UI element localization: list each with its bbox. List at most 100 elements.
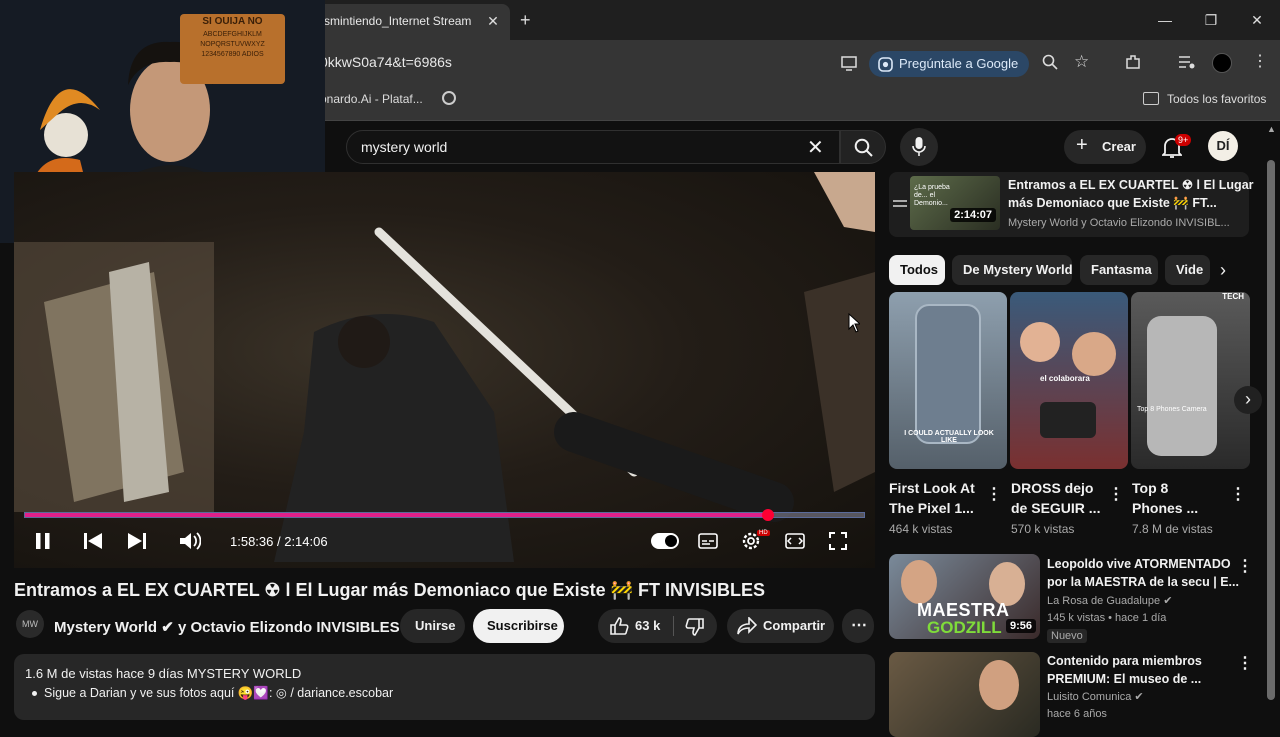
search-input[interactable]: mystery world bbox=[361, 139, 447, 155]
rec-thumbnail-2[interactable] bbox=[889, 652, 1040, 737]
chip-de-mystery-world[interactable]: De Mystery World bbox=[952, 255, 1073, 285]
face-illustration bbox=[1020, 322, 1060, 362]
miniplayer-thumbnail[interactable]: ¿La prueba de... el Demonio... 2:14:07 bbox=[910, 176, 1000, 230]
drag-handle-icon[interactable] bbox=[893, 200, 907, 202]
rec-thumbnail-1[interactable]: MAESTRA GODZILL 9:56 bbox=[889, 554, 1040, 639]
description-box[interactable]: 1.6 M de vistas hace 9 días MYSTERY WORL… bbox=[14, 654, 875, 720]
short-title-2b[interactable]: de SEGUIR ... bbox=[1011, 498, 1100, 518]
profile-icon[interactable] bbox=[1212, 53, 1232, 73]
new-badge: Nuevo bbox=[1047, 629, 1087, 643]
search-button[interactable] bbox=[840, 130, 886, 164]
pause-icon[interactable] bbox=[36, 533, 50, 549]
rec-meta-2: hace 6 años bbox=[1047, 708, 1107, 720]
tab-close-icon[interactable]: ✕ bbox=[484, 12, 502, 30]
extensions-icon[interactable] bbox=[1124, 53, 1142, 71]
previous-icon[interactable] bbox=[84, 533, 102, 549]
chip-videos[interactable]: Vide bbox=[1165, 255, 1210, 285]
rec-title-2b[interactable]: PREMIUM: El museo de ... bbox=[1047, 671, 1201, 688]
create-button[interactable]: + Crear bbox=[1064, 130, 1146, 164]
media-control-icon[interactable] bbox=[1178, 54, 1196, 70]
bookmark-star-icon[interactable]: ☆ bbox=[1074, 52, 1089, 72]
url-text[interactable]: 0kkwS0a74&t=6986s bbox=[320, 54, 452, 70]
short-title-1b[interactable]: The Pixel 1... bbox=[889, 498, 974, 518]
short-views-2: 570 k vistas bbox=[1011, 522, 1075, 536]
rec-channel-2[interactable]: Luisito Comunica ✔ bbox=[1047, 690, 1144, 703]
short-menu-icon[interactable]: ⋮ bbox=[1230, 484, 1246, 504]
scrollbar-thumb[interactable] bbox=[1267, 160, 1275, 700]
browser-tab[interactable]: smintiendo_Internet Stream ✕ bbox=[310, 4, 510, 40]
bullet bbox=[32, 691, 37, 696]
dislike-icon[interactable] bbox=[684, 618, 704, 636]
account-avatar[interactable]: DÍ bbox=[1208, 131, 1238, 161]
shorts-next-chevron-icon[interactable]: › bbox=[1234, 386, 1262, 414]
lens-icon bbox=[878, 57, 893, 72]
zoom-icon[interactable] bbox=[1042, 54, 1058, 70]
join-button[interactable]: Unirse bbox=[400, 609, 465, 643]
short-title-3b[interactable]: Phones ... bbox=[1132, 498, 1198, 518]
rec-menu-icon[interactable]: ⋮ bbox=[1237, 653, 1253, 673]
subscribe-button[interactable]: Suscribirse bbox=[473, 609, 564, 643]
rec-title-2a[interactable]: Contenido para miembros bbox=[1047, 653, 1202, 670]
like-icon[interactable] bbox=[610, 617, 630, 635]
scrubber-handle[interactable] bbox=[761, 509, 774, 521]
short-title-3a[interactable]: Top 8 bbox=[1132, 478, 1168, 498]
short-overlay-text: I COULD ACTUALLY LOOK LIKE bbox=[904, 430, 994, 444]
minimize-icon[interactable]: — bbox=[1150, 8, 1180, 32]
microphone-icon bbox=[912, 137, 926, 156]
rec-title-1b[interactable]: por la MAESTRA de la secu | E... bbox=[1047, 574, 1239, 591]
rec-duration: 9:56 bbox=[1005, 619, 1036, 633]
rec-title-1a[interactable]: Leopoldo vive ATORMENTADO bbox=[1047, 556, 1231, 573]
all-bookmarks[interactable]: Todos los favoritos bbox=[1167, 92, 1266, 106]
volume-icon[interactable] bbox=[179, 531, 201, 551]
search-box[interactable]: mystery world ✕ bbox=[346, 130, 840, 164]
notification-count: 9+ bbox=[1175, 134, 1192, 146]
short-title-1a[interactable]: First Look At bbox=[889, 478, 975, 498]
channel-avatar[interactable]: MW bbox=[16, 610, 44, 638]
clear-search-icon[interactable]: ✕ bbox=[807, 135, 824, 160]
create-label: Crear bbox=[1102, 139, 1136, 154]
miniplayer-duration: 2:14:07 bbox=[950, 208, 996, 222]
chip-label: De Mystery World bbox=[963, 262, 1073, 277]
globe-icon[interactable] bbox=[442, 91, 456, 105]
menu-kebab-icon[interactable]: ⋮ bbox=[1252, 51, 1268, 71]
rec-menu-icon[interactable]: ⋮ bbox=[1237, 556, 1253, 576]
close-window-icon[interactable]: ✕ bbox=[1242, 8, 1272, 32]
progress-bar[interactable] bbox=[24, 509, 865, 521]
short-menu-icon[interactable]: ⋮ bbox=[1108, 484, 1124, 504]
page-scrollbar[interactable] bbox=[1267, 160, 1275, 700]
rec-channel-1[interactable]: La Rosa de Guadalupe ✔ bbox=[1047, 594, 1172, 607]
short-overlay-text: el colaborara bbox=[1040, 374, 1090, 383]
miniplayer-title-2[interactable]: más Demoniaco que Existe 🚧 FT... bbox=[1008, 195, 1217, 212]
plus-icon: + bbox=[1076, 134, 1088, 156]
short-thumbnail-1[interactable]: I COULD ACTUALLY LOOK LIKE bbox=[889, 292, 1007, 469]
fullscreen-icon[interactable] bbox=[829, 532, 847, 550]
video-player[interactable]: 1:58:36 / 2:14:06 HD bbox=[14, 172, 875, 568]
short-overlay-text: Top 8 Phones Camera bbox=[1137, 406, 1207, 413]
next-icon[interactable] bbox=[128, 533, 146, 549]
short-thumbnail-3[interactable]: TECH Top 8 Phones Camera bbox=[1131, 292, 1250, 469]
share-button[interactable]: Compartir bbox=[727, 609, 834, 643]
more-actions-button[interactable]: ⋯ bbox=[842, 609, 874, 643]
short-thumbnail-2[interactable]: el colaborara bbox=[1010, 292, 1128, 469]
theater-mode-icon[interactable] bbox=[785, 533, 805, 549]
phone-illustration bbox=[915, 304, 981, 444]
miniplayer-title-1[interactable]: Entramos a EL EX CUARTEL ☢ l El Lugar bbox=[1008, 177, 1254, 194]
channel-name[interactable]: Mystery World ✔ y Octavio Elizondo INVIS… bbox=[54, 618, 416, 636]
chips-next-chevron-icon[interactable]: › bbox=[1220, 260, 1226, 281]
bookmark-leonardo[interactable]: onardo.Ai - Plataf... bbox=[320, 92, 423, 106]
phone-illustration bbox=[1147, 316, 1217, 456]
new-tab-icon[interactable]: + bbox=[520, 10, 531, 31]
face-illustration bbox=[979, 660, 1019, 710]
ask-google-button[interactable]: Pregúntale a Google bbox=[869, 51, 1029, 77]
chip-fantasma[interactable]: Fantasma bbox=[1080, 255, 1158, 285]
short-title-2a[interactable]: DROSS dejo bbox=[1011, 478, 1093, 498]
thumb-overlay-text-2: GODZILL bbox=[927, 618, 1002, 637]
subtitles-icon[interactable] bbox=[698, 533, 718, 549]
scroll-up-icon[interactable]: ▲ bbox=[1267, 124, 1276, 134]
chip-todos[interactable]: Todos bbox=[889, 255, 945, 285]
short-menu-icon[interactable]: ⋮ bbox=[986, 484, 1002, 504]
voice-search-button[interactable] bbox=[900, 128, 938, 166]
install-app-icon[interactable] bbox=[840, 54, 858, 72]
autoplay-toggle[interactable] bbox=[651, 533, 679, 549]
restore-icon[interactable]: ❐ bbox=[1196, 8, 1226, 32]
